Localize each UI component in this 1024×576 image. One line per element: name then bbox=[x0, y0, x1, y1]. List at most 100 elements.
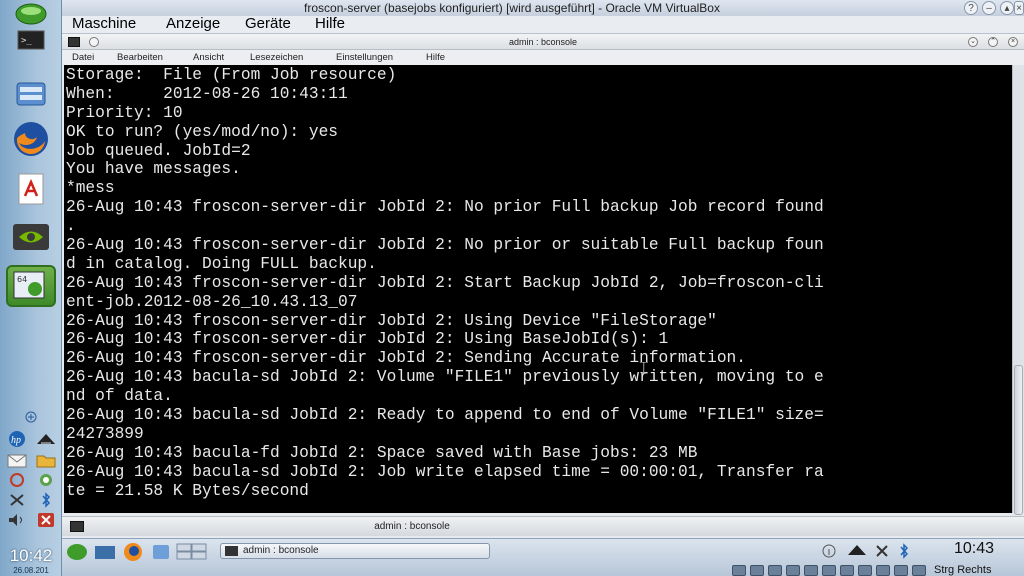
menu-maschine[interactable]: Maschine bbox=[72, 15, 136, 33]
guest-firefox-icon[interactable] bbox=[122, 542, 142, 562]
update-icon[interactable] bbox=[7, 472, 27, 492]
konsole-menu-lesezeichen[interactable]: Lesezeichen bbox=[250, 50, 303, 65]
konsole-menubar: Datei Bearbeiten Ansicht Lesezeichen Ein… bbox=[62, 50, 1024, 65]
konsole-maximize-icon[interactable]: ⌃ bbox=[988, 37, 998, 47]
start-menu-icon[interactable] bbox=[6, 2, 56, 26]
new-tab-icon[interactable] bbox=[70, 521, 84, 532]
terminal-line: 24273899 bbox=[66, 424, 144, 443]
menu-anzeige[interactable]: Anzeige bbox=[166, 15, 220, 33]
terminal-line: *mess bbox=[66, 179, 115, 198]
menu-hilfe[interactable]: Hilfe bbox=[315, 15, 345, 33]
file-manager-icon[interactable] bbox=[6, 72, 56, 114]
mail-icon[interactable] bbox=[7, 452, 27, 472]
terminal-line: nd of data. bbox=[66, 387, 173, 406]
svg-text:hp: hp bbox=[11, 435, 21, 446]
usb-status-icon[interactable] bbox=[786, 564, 800, 576]
host-clock-date: 26.08.201 bbox=[13, 566, 49, 575]
konsole-title: admin : bconsole bbox=[508, 37, 578, 47]
terminal-launcher-icon[interactable]: >_ bbox=[6, 28, 56, 52]
terminal-line: Storage: File (From Job resource) bbox=[66, 66, 397, 84]
vbox-statusbar: Strg Rechts bbox=[732, 563, 1024, 576]
minimize-icon[interactable]: – bbox=[982, 1, 996, 15]
virtualbox-running-icon[interactable]: 64 bbox=[6, 265, 56, 307]
bluetooth-icon[interactable] bbox=[36, 492, 56, 512]
konsole-tab[interactable]: admin : bconsole bbox=[252, 517, 572, 537]
guest-task-icon bbox=[225, 546, 238, 556]
network-status-icon[interactable] bbox=[822, 564, 836, 576]
close-red-icon[interactable] bbox=[37, 512, 55, 532]
firefox-icon[interactable] bbox=[6, 118, 56, 160]
menu-geraete[interactable]: Geräte bbox=[245, 15, 291, 33]
terminal-line: 26-Aug 10:43 froscon-server-dir JobId 2:… bbox=[66, 198, 824, 217]
volume-icon[interactable] bbox=[7, 512, 27, 532]
guest-clock[interactable]: 10:43 bbox=[954, 540, 994, 558]
help-icon[interactable]: ? bbox=[964, 1, 978, 15]
host-key-icon[interactable] bbox=[912, 564, 926, 576]
terminal-line: d in catalog. Doing FULL backup. bbox=[66, 254, 377, 273]
terminal-line: te = 21.58 K Bytes/second bbox=[66, 481, 309, 500]
mouse-cursor-icon: ⌶ bbox=[639, 358, 649, 377]
terminal-line: 26-Aug 10:43 froscon-server-dir JobId 2:… bbox=[66, 236, 824, 255]
vbox-titlebar: froscon-server (basejobs konfiguriert) [… bbox=[62, 0, 1024, 16]
terminal-line: 26-Aug 10:43 froscon-server-dir JobId 2:… bbox=[66, 349, 746, 368]
guest-bluetooth-icon[interactable] bbox=[896, 543, 912, 563]
mouse-integration-icon[interactable] bbox=[894, 564, 908, 576]
konsole-menu-datei[interactable]: Datei bbox=[72, 50, 94, 65]
terminal-line: 26-Aug 10:43 bacula-sd JobId 2: Volume "… bbox=[66, 368, 824, 387]
guest-network-icon[interactable] bbox=[846, 541, 868, 563]
host-key-label: Strg Rechts bbox=[934, 564, 992, 576]
guest-info-icon[interactable] bbox=[822, 543, 836, 563]
konsole-tabbar: admin : bconsole bbox=[62, 516, 1024, 536]
virtualization-status-icon[interactable] bbox=[876, 564, 890, 576]
konsole-titlebar: admin : bconsole ⌄ ⌃ × bbox=[62, 34, 1024, 50]
network-icon[interactable] bbox=[35, 430, 57, 452]
terminal-line: ent-job.2012-08-26_10.43.13_07 bbox=[66, 292, 358, 311]
guest-desktop-icon[interactable] bbox=[94, 542, 115, 562]
floppy-status-icon[interactable] bbox=[768, 564, 782, 576]
terminal-lines: Storage: File (From Job resource) When: 2… bbox=[66, 66, 824, 500]
tools-icon[interactable] bbox=[7, 492, 27, 512]
terminal-line: 26-Aug 10:43 bacula-fd JobId 2: Space sa… bbox=[66, 443, 698, 462]
terminal-line: 26-Aug 10:43 froscon-server-dir JobId 2:… bbox=[66, 273, 824, 292]
host-clock-time[interactable]: 10:42 bbox=[0, 546, 62, 566]
konsole-menu-einstellungen[interactable]: Einstellungen bbox=[336, 50, 393, 65]
konsole-menu-bearbeiten[interactable]: Bearbeiten bbox=[117, 50, 163, 65]
guest-tools-icon[interactable] bbox=[874, 543, 890, 563]
guest-start-icon[interactable] bbox=[66, 542, 87, 562]
guest-files-icon[interactable] bbox=[150, 542, 170, 562]
expand-tray-icon[interactable] bbox=[2, 410, 60, 424]
harddisk-status-icon[interactable] bbox=[732, 564, 746, 576]
terminal-line: . bbox=[66, 217, 76, 236]
shared-folder-status-icon[interactable] bbox=[804, 564, 818, 576]
host-dock: >_ 64 hp 10:42 26.08.201 bbox=[0, 0, 62, 576]
svg-text:64: 64 bbox=[17, 275, 27, 284]
close-icon[interactable]: × bbox=[1014, 1, 1024, 15]
cdrom-status-icon[interactable] bbox=[750, 564, 764, 576]
terminal-line: 26-Aug 10:43 froscon-server-dir JobId 2:… bbox=[66, 311, 717, 330]
terminal-output[interactable]: Storage: File (From Job resource) When: 2… bbox=[64, 65, 1012, 513]
konsole-close-icon[interactable]: × bbox=[1008, 37, 1018, 47]
scrollbar-thumb[interactable] bbox=[1014, 365, 1023, 515]
nvidia-settings-icon[interactable] bbox=[6, 216, 56, 258]
folder-icon[interactable] bbox=[36, 452, 56, 472]
konsole-menu-ansicht[interactable]: Ansicht bbox=[193, 50, 224, 65]
terminal-line: When: 2012-08-26 10:43:11 bbox=[66, 84, 348, 103]
display-status-icon[interactable] bbox=[840, 564, 854, 576]
terminal-line: OK to run? (yes/mod/no): yes bbox=[66, 122, 338, 141]
terminal-scrollbar[interactable] bbox=[1012, 65, 1024, 515]
guest-taskbar: admin : bconsole 10:43 Strg Rechts bbox=[62, 538, 1024, 576]
guest-task-button[interactable]: admin : bconsole bbox=[220, 543, 490, 559]
konsole-menu-hilfe[interactable]: Hilfe bbox=[426, 50, 445, 65]
terminal-line: 26-Aug 10:43 bacula-sd JobId 2: Ready to… bbox=[66, 406, 824, 425]
clipboard-icon[interactable] bbox=[36, 472, 56, 492]
virtualbox-window: froscon-server (basejobs konfiguriert) [… bbox=[62, 0, 1024, 576]
konsole-minimize-icon[interactable]: ⌄ bbox=[968, 37, 978, 47]
pdf-reader-icon[interactable] bbox=[6, 168, 56, 210]
video-capture-status-icon[interactable] bbox=[858, 564, 872, 576]
terminal-line: 26-Aug 10:43 bacula-sd JobId 2: Job writ… bbox=[66, 462, 824, 481]
maximize-icon[interactable]: ▴ bbox=[1000, 1, 1014, 15]
guest-pager-icon[interactable] bbox=[176, 542, 207, 562]
hp-printer-icon[interactable]: hp bbox=[6, 430, 28, 452]
vbox-menubar: Maschine Anzeige Geräte Hilfe bbox=[62, 15, 1024, 34]
guest-screen: admin : bconsole ⌄ ⌃ × Datei Bearbeiten … bbox=[62, 34, 1024, 576]
